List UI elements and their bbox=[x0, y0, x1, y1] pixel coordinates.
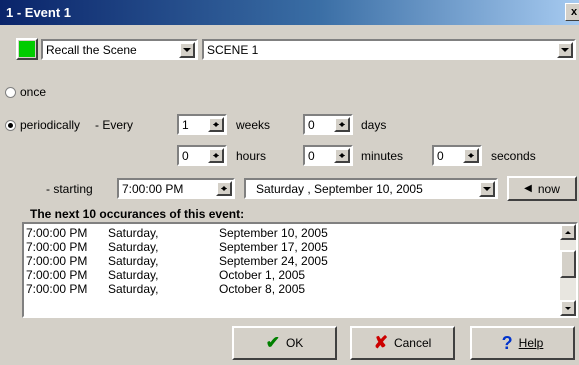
action-dropdown[interactable]: Recall the Scene bbox=[41, 39, 198, 60]
chevron-down-icon bbox=[561, 48, 569, 52]
occurrences-list[interactable]: 7:00:00 PM Saturday, September 10, 2005 7:0… bbox=[22, 222, 578, 318]
once-radio[interactable] bbox=[5, 87, 16, 98]
color-swatch-button[interactable] bbox=[16, 38, 38, 60]
occurrence-day: Saturday, bbox=[108, 268, 159, 282]
days-stepper[interactable] bbox=[334, 117, 350, 132]
periodically-radio[interactable] bbox=[5, 120, 16, 131]
ok-button-label: OK bbox=[285, 336, 304, 350]
hours-stepper[interactable] bbox=[208, 148, 224, 163]
ok-button[interactable]: ✔ OK bbox=[232, 326, 337, 360]
starting-label: - starting bbox=[46, 182, 93, 196]
spin-down-icon[interactable] bbox=[336, 155, 348, 162]
occurrence-date: October 1, 2005 bbox=[219, 268, 306, 282]
once-label[interactable]: once bbox=[20, 85, 46, 99]
scroll-down-button[interactable] bbox=[560, 300, 576, 316]
question-mark-icon: ? bbox=[501, 332, 513, 353]
chevron-down-icon bbox=[183, 48, 191, 52]
seconds-label: seconds bbox=[491, 149, 536, 163]
weeks-stepper[interactable] bbox=[208, 117, 224, 132]
days-input[interactable]: 0 bbox=[303, 114, 353, 135]
occurrence-date: October 8, 2005 bbox=[219, 282, 306, 296]
every-label: - Every bbox=[95, 118, 134, 132]
close-button[interactable]: x bbox=[565, 3, 579, 21]
action-dropdown-value: Recall the Scene bbox=[46, 43, 137, 57]
start-date-dropdown[interactable]: Saturday , September 10, 2005 bbox=[244, 178, 498, 199]
checkmark-icon: ✔ bbox=[265, 333, 280, 352]
seconds-input[interactable]: 0 bbox=[432, 145, 482, 166]
now-button[interactable]: ◀ now bbox=[507, 176, 577, 201]
list-item[interactable]: 7:00:00 PM Saturday, October 1, 2005 bbox=[24, 268, 576, 282]
vertical-scrollbar[interactable] bbox=[560, 224, 576, 316]
list-item[interactable]: 7:00:00 PM Saturday, October 8, 2005 bbox=[24, 282, 576, 296]
occurrence-day: Saturday, bbox=[108, 254, 159, 268]
minutes-input[interactable]: 0 bbox=[303, 145, 353, 166]
help-button-label: Help bbox=[518, 336, 544, 350]
hours-input[interactable]: 0 bbox=[177, 145, 227, 166]
occurrence-date: September 24, 2005 bbox=[219, 254, 328, 268]
weeks-label: weeks bbox=[236, 118, 271, 132]
start-date-dropdown-button[interactable] bbox=[479, 181, 495, 197]
periodically-radio-circle[interactable] bbox=[5, 120, 16, 131]
occurrence-date: September 10, 2005 bbox=[219, 226, 328, 240]
occurrence-date: September 17, 2005 bbox=[219, 240, 328, 254]
spin-down-icon[interactable] bbox=[465, 155, 477, 162]
spin-down-icon[interactable] bbox=[210, 124, 222, 131]
weeks-input[interactable]: 1 bbox=[177, 114, 227, 135]
scroll-thumb[interactable] bbox=[560, 250, 576, 278]
cancel-button-label: Cancel bbox=[393, 336, 432, 350]
arrow-left-icon: ◀ bbox=[524, 183, 532, 194]
start-date-value: Saturday , September 10, 2005 bbox=[256, 182, 423, 196]
hours-label: hours bbox=[236, 149, 267, 163]
occurrence-day: Saturday, bbox=[108, 282, 159, 296]
occurrence-time: 7:00:00 PM bbox=[26, 254, 88, 268]
minutes-label: minutes bbox=[361, 149, 404, 163]
cancel-button[interactable]: ✘ Cancel bbox=[350, 326, 455, 360]
occurrence-time: 7:00:00 PM bbox=[26, 226, 88, 240]
target-dropdown[interactable]: SCENE 1 bbox=[202, 39, 576, 60]
occurrences-heading: The next 10 occurances of this event: bbox=[30, 207, 245, 221]
target-dropdown-value: SCENE 1 bbox=[207, 43, 259, 57]
now-button-label: now bbox=[537, 181, 560, 196]
start-time-input[interactable]: 7:00:00 PM bbox=[117, 178, 235, 199]
list-item[interactable]: 7:00:00 PM Saturday, September 24, 2005 bbox=[24, 254, 576, 268]
spin-down-icon[interactable] bbox=[218, 188, 230, 195]
occurrence-time: 7:00:00 PM bbox=[26, 268, 88, 282]
seconds-stepper[interactable] bbox=[463, 148, 479, 163]
window-title: 1 - Event 1 bbox=[6, 5, 72, 20]
occurrence-time: 7:00:00 PM bbox=[26, 240, 88, 254]
color-swatch bbox=[19, 41, 35, 57]
occurrence-time: 7:00:00 PM bbox=[26, 282, 88, 296]
once-radio-circle[interactable] bbox=[5, 87, 16, 98]
list-item[interactable]: 7:00:00 PM Saturday, September 17, 2005 bbox=[24, 240, 576, 254]
title-bar: 1 - Event 1 x bbox=[0, 0, 579, 25]
list-item[interactable]: 7:00:00 PM Saturday, September 10, 2005 bbox=[24, 226, 576, 240]
x-icon: ✘ bbox=[373, 333, 388, 352]
occurrence-day: Saturday, bbox=[108, 240, 159, 254]
spin-down-icon[interactable] bbox=[210, 155, 222, 162]
days-label: days bbox=[361, 118, 387, 132]
minutes-stepper[interactable] bbox=[334, 148, 350, 163]
target-dropdown-button[interactable] bbox=[557, 42, 573, 58]
scroll-down-icon bbox=[565, 306, 571, 310]
start-time-stepper[interactable] bbox=[216, 181, 232, 196]
chevron-down-icon bbox=[483, 187, 491, 191]
occurrence-day: Saturday, bbox=[108, 226, 159, 240]
help-button[interactable]: ? Help bbox=[470, 326, 575, 360]
radio-selected-dot bbox=[8, 123, 13, 128]
periodically-label[interactable]: periodically bbox=[20, 118, 80, 132]
scroll-up-icon bbox=[565, 230, 571, 234]
spin-down-icon[interactable] bbox=[336, 124, 348, 131]
action-dropdown-button[interactable] bbox=[179, 42, 195, 58]
scroll-up-button[interactable] bbox=[560, 224, 576, 240]
